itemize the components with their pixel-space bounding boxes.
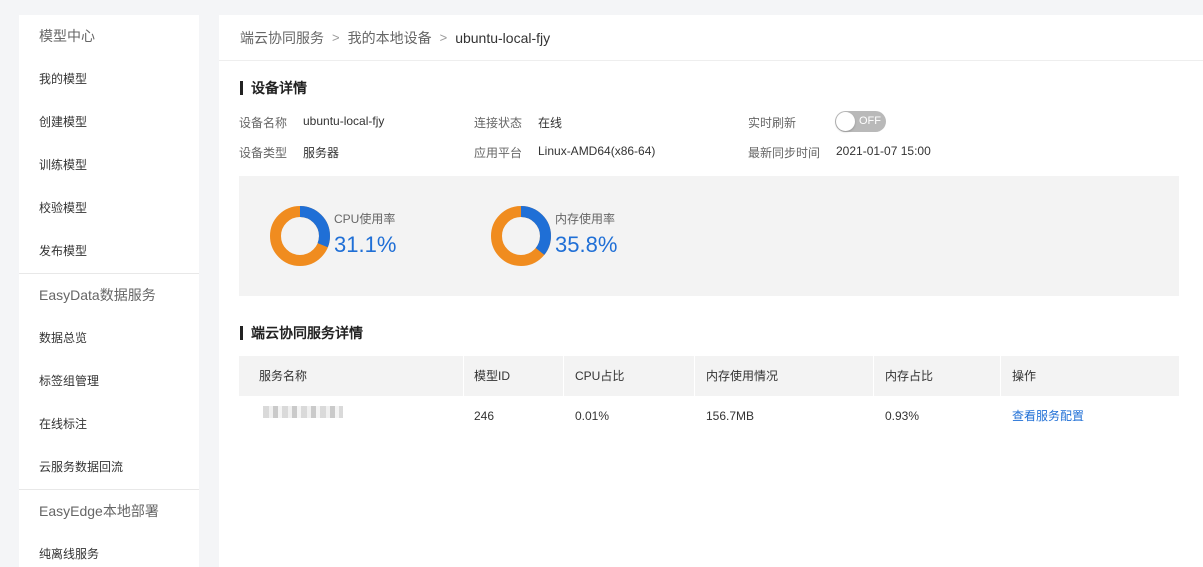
sidebar-group-easyedge: EasyEdge本地部署 (39, 503, 159, 519)
device-type-label: 设备类型 (239, 146, 288, 160)
sidebar-item-my-models[interactable]: 我的模型 (19, 58, 199, 101)
service-name-cell (239, 396, 464, 436)
device-name-value: ubuntu-local-fjy (303, 114, 385, 128)
chevron-right-icon: > (439, 30, 448, 45)
sidebar-item-tag-group-management[interactable]: 标签组管理 (19, 360, 199, 403)
sidebar: 模型中心 我的模型 创建模型 训练模型 校验模型 发布模型 EasyData数据… (19, 15, 199, 567)
sidebar-item-train-model[interactable]: 训练模型 (19, 144, 199, 187)
main-panel: 端云协同服务 > 我的本地设备 > ubuntu-local-fjy 设备详情 … (219, 15, 1203, 567)
sidebar-item-create-model[interactable]: 创建模型 (19, 101, 199, 144)
column-header-memory-ratio: 内存占比 (874, 356, 1001, 396)
cpu-ratio-cell: 0.01% (575, 409, 610, 423)
toggle-knob (836, 112, 855, 131)
device-section-title: 设备详情 (240, 80, 307, 96)
breadcrumb-edge-cloud-service[interactable]: 端云协同服务 (240, 28, 324, 48)
memory-usage-cell: 156.7MB (706, 409, 755, 423)
sidebar-item-publish-model[interactable]: 发布模型 (19, 230, 199, 273)
breadcrumb: 端云协同服务 > 我的本地设备 > ubuntu-local-fjy (219, 15, 1203, 61)
table-row: 246 0.01% 156.7MB 0.93% 查看服务配置 (239, 396, 1179, 436)
column-header-memory-usage: 内存使用情况 (695, 356, 874, 396)
services-section-title: 端云协同服务详情 (240, 325, 363, 341)
model-id-cell: 246 (474, 409, 495, 423)
platform-label: 应用平台 (474, 146, 523, 160)
cpu-usage-label: CPU使用率 (334, 212, 396, 226)
sidebar-group-easydata: EasyData数据服务 (39, 287, 156, 303)
sidebar-group-model-center: 模型中心 (39, 28, 95, 44)
table-header: 服务名称 模型ID CPU占比 内存使用情况 内存占比 操作 (239, 356, 1179, 396)
platform-value: Linux-AMD64(x86-64) (538, 144, 656, 158)
sidebar-item-data-overview[interactable]: 数据总览 (19, 317, 199, 360)
column-header-cpu-ratio: CPU占比 (564, 356, 695, 396)
sidebar-item-validate-model[interactable]: 校验模型 (19, 187, 199, 230)
last-sync-label: 最新同步时间 (748, 146, 821, 160)
sidebar-item-offline-service[interactable]: 纯离线服务 (19, 533, 199, 567)
memory-usage-donut (491, 206, 551, 266)
toggle-state-text: OFF (859, 115, 881, 127)
device-name-label: 设备名称 (239, 116, 288, 130)
cpu-usage-donut (270, 206, 330, 266)
device-type-value: 服务器 (303, 146, 340, 160)
connection-status-label: 连接状态 (474, 116, 523, 130)
sidebar-item-cloud-data-reflow[interactable]: 云服务数据回流 (19, 446, 199, 489)
view-service-config-link[interactable]: 查看服务配置 (1012, 409, 1084, 423)
usage-stats-panel: CPU使用率 31.1% 内存使用率 35.8% (239, 176, 1179, 296)
actions-cell: 查看服务配置 (1001, 396, 1179, 436)
column-header-actions: 操作 (1012, 369, 1037, 383)
sidebar-item-online-annotation[interactable]: 在线标注 (19, 403, 199, 446)
connection-status-value: 在线 (538, 116, 563, 130)
column-header-model-id: 模型ID (464, 356, 564, 396)
chevron-right-icon: > (332, 30, 340, 45)
realtime-refresh-toggle[interactable]: OFF (835, 111, 886, 132)
column-header-service-name: 服务名称 (239, 356, 464, 396)
memory-usage-value: 35.8% (555, 232, 618, 257)
services-table: 服务名称 模型ID CPU占比 内存使用情况 内存占比 操作 246 0.01%… (239, 356, 1179, 436)
cpu-usage-value: 31.1% (334, 232, 397, 257)
breadcrumb-current-device: ubuntu-local-fjy (455, 29, 551, 46)
memory-usage-label: 内存使用率 (555, 212, 616, 226)
breadcrumb-my-local-devices[interactable]: 我的本地设备 (348, 28, 432, 48)
realtime-refresh-label: 实时刷新 (748, 116, 797, 130)
last-sync-value: 2021-01-07 15:00 (836, 144, 931, 158)
memory-ratio-cell: 0.93% (885, 409, 920, 423)
redacted-service-name (263, 405, 343, 418)
